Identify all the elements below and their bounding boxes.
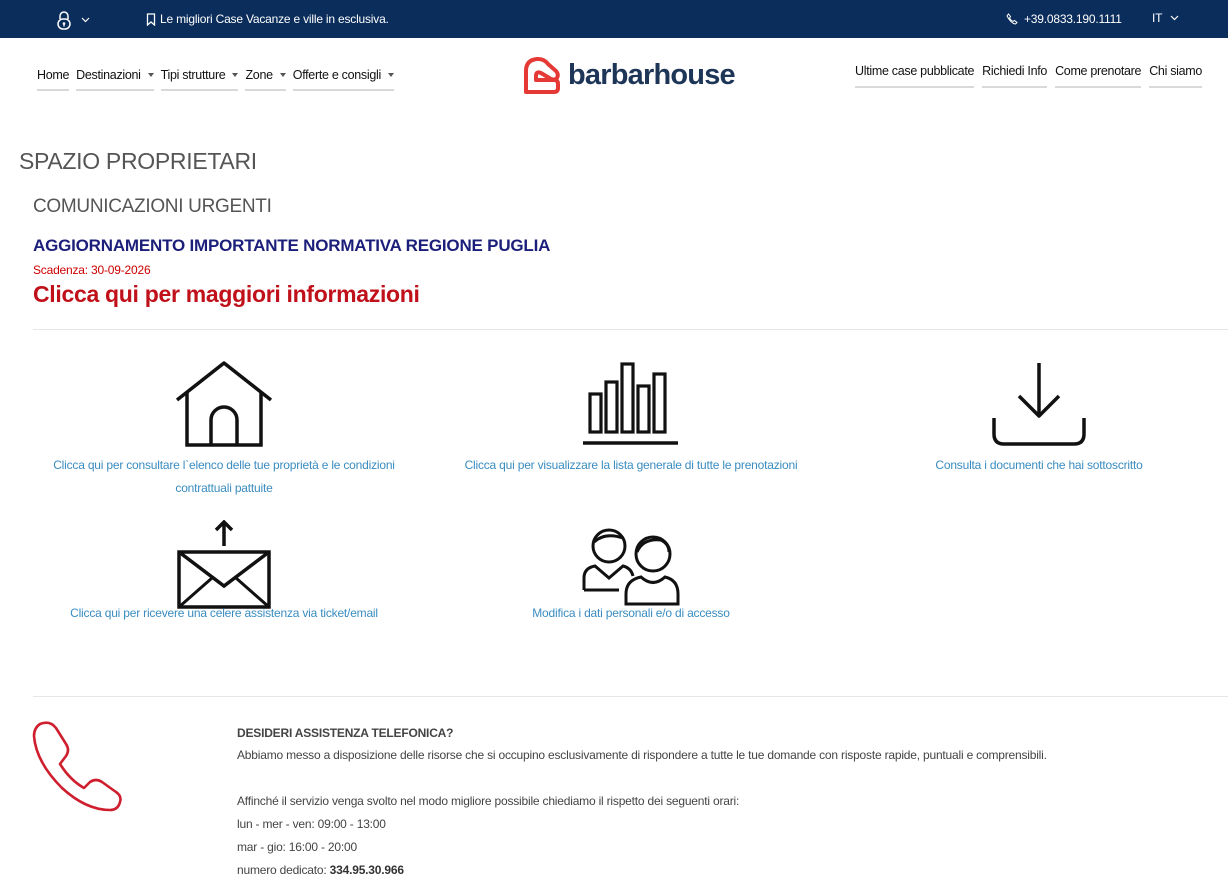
tile-support[interactable]: Clicca qui per ricevere una celere assis… — [40, 520, 408, 625]
nav-item-destinazioni[interactable]: Destinazioni — [76, 66, 154, 91]
nav-item-home[interactable]: Home — [37, 66, 69, 91]
phone-assistance: DESIDERI ASSISTENZA TELEFONICA? Abbiamo … — [237, 726, 1047, 882]
mail-upload-icon — [177, 520, 271, 609]
users-icon — [582, 528, 680, 606]
nav-item-come-prenotare[interactable]: Come prenotare — [1055, 62, 1142, 88]
alert-title: AGGIORNAMENTO IMPORTANTE NORMATIVA REGIO… — [33, 236, 551, 255]
nav-item-label: Home — [37, 68, 70, 82]
logo-house-icon — [524, 56, 560, 94]
assist-hours-1: lun - mer - ven: 09:00 - 13:00 — [237, 817, 386, 831]
tile-label-line: Consulta i documenti che hai sottoscritt… — [935, 458, 1143, 472]
caret-down-icon — [279, 73, 286, 77]
account-menu[interactable] — [57, 10, 97, 30]
section-title: COMUNICAZIONI URGENTI — [33, 196, 272, 217]
tile-label: Clicca qui per consultare l`elenco delle… — [40, 454, 408, 500]
logo-text: barbarhouse — [568, 58, 736, 91]
tile-label: Clicca qui per ricevere una celere assis… — [40, 602, 408, 625]
tile-label: Clicca qui per visualizzare la lista gen… — [447, 454, 815, 477]
tile-properties[interactable]: Clicca qui per consultare l`elenco delle… — [40, 360, 408, 500]
chevron-down-icon — [1170, 15, 1179, 21]
assist-number-row: numero dedicato: 334.95.30.966 — [237, 859, 1047, 882]
nav-item-zone[interactable]: Zone — [245, 66, 286, 91]
assist-heading: DESIDERI ASSISTENZA TELEFONICA? — [237, 726, 454, 740]
secondary-nav: Ultime case pubblicate Richiedi Info Com… — [855, 62, 1202, 88]
caret-down-icon — [387, 73, 394, 77]
nav-item-label: Destinazioni — [76, 68, 141, 82]
assist-intro: Abbiamo messo a disposizione delle risor… — [237, 748, 1047, 762]
house-icon — [175, 361, 273, 447]
bar-chart-icon — [583, 362, 678, 445]
tagline-text: Le migliori Case Vacanze e ville in escl… — [160, 12, 389, 26]
assist-hours-2: mar - gio: 16:00 - 20:00 — [237, 840, 357, 854]
nav-item-offerte[interactable]: Offerte e consigli — [292, 66, 394, 91]
tile-label-line: contrattuali pattuite — [175, 481, 273, 495]
tile-documents[interactable]: Consulta i documenti che hai sottoscritt… — [855, 360, 1223, 477]
main-nav: Home Destinazioni Tipi strutture Zone Of… — [37, 66, 394, 91]
divider — [33, 329, 1228, 330]
nav-item-ultime-case[interactable]: Ultime case pubblicate — [855, 62, 974, 88]
download-icon — [992, 363, 1086, 446]
tile-label-line: Clicca qui per consultare l`elenco delle… — [53, 458, 395, 472]
language-selector[interactable]: IT — [1152, 11, 1179, 25]
tile-account[interactable]: Modifica i dati personali e/o di accesso — [447, 520, 815, 625]
language-label: IT — [1152, 11, 1163, 25]
alert-deadline: Scadenza: 30-09-2026 — [33, 263, 151, 277]
assist-number-label: numero dedicato: — [237, 863, 330, 877]
chevron-down-icon — [81, 17, 90, 23]
nav-item-chi-siamo[interactable]: Chi siamo — [1149, 62, 1202, 88]
page-title: SPAZIO PROPRIETARI — [19, 148, 257, 174]
assist-number[interactable]: 334.95.30.966 — [330, 863, 404, 877]
tile-bookings[interactable]: Clicca qui per visualizzare la lista gen… — [447, 360, 815, 477]
phone-number: +39.0833.190.1111 — [1024, 12, 1122, 26]
phone-icon — [32, 721, 122, 812]
tile-label: Consulta i documenti che hai sottoscritt… — [855, 454, 1223, 477]
tile-label-line: Clicca qui per ricevere una celere assis… — [70, 606, 378, 620]
lock-icon — [57, 10, 71, 30]
tile-label: Modifica i dati personali e/o di accesso — [447, 602, 815, 625]
caret-down-icon — [147, 73, 154, 77]
divider — [33, 696, 1228, 697]
tile-label-line: Clicca qui per visualizzare la lista gen… — [464, 458, 798, 472]
more-info-link[interactable]: Clicca qui per maggiori informazioni — [33, 281, 420, 308]
phone-link[interactable]: +39.0833.190.1111 — [1006, 12, 1122, 26]
assist-hours-intro: Affinché il servizio venga svolto nel mo… — [237, 794, 740, 808]
nav-item-richiedi-info[interactable]: Richiedi Info — [982, 62, 1047, 88]
top-bar: Le migliori Case Vacanze e ville in escl… — [0, 0, 1228, 38]
nav-item-label: Tipi strutture — [160, 68, 226, 82]
brand-logo[interactable]: barbarhouse — [520, 54, 736, 96]
nav-item-label: Offerte e consigli — [292, 68, 381, 82]
nav-item-label: Zone — [245, 68, 273, 82]
bookmark-icon — [146, 12, 156, 26]
nav-item-tipi-strutture[interactable]: Tipi strutture — [160, 66, 239, 91]
tagline: Le migliori Case Vacanze e ville in escl… — [146, 12, 389, 26]
caret-down-icon — [232, 73, 239, 77]
phone-small-icon — [1006, 13, 1018, 25]
tile-label-line: Modifica i dati personali e/o di accesso — [532, 606, 730, 620]
